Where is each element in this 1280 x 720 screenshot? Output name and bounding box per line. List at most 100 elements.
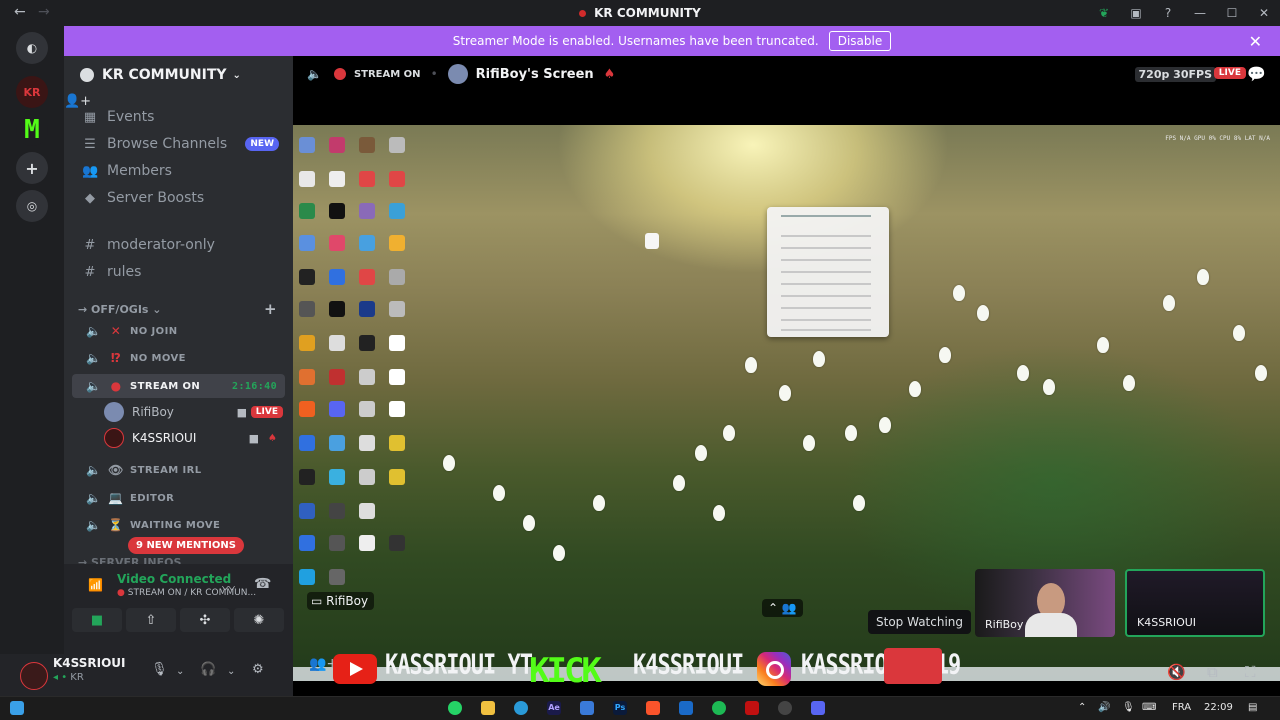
nav-browse-channels[interactable]: ☰ Browse Channels NEW <box>72 131 285 157</box>
create-channel-icon[interactable]: + <box>264 300 277 318</box>
language-indicator[interactable]: FRA <box>1172 702 1191 713</box>
nav-members-label: Members <box>107 163 172 179</box>
voice-channel-no-move[interactable]: 🔈 ⁉ NO MOVE <box>72 346 285 370</box>
obs-icon[interactable] <box>778 701 792 715</box>
volume-icon[interactable]: 🔊 <box>1098 702 1110 713</box>
microphone-icon[interactable]: 🎙 <box>151 662 168 677</box>
nav-members[interactable]: 👥 Members <box>72 158 285 184</box>
channel-rules[interactable]: # rules <box>72 259 285 285</box>
vscode-icon[interactable] <box>679 701 693 715</box>
desktop-icon <box>389 137 405 153</box>
instagram-logo-icon <box>757 652 791 686</box>
store-icon[interactable] <box>580 701 594 715</box>
fullscreen-icon[interactable]: ⛶ <box>1245 663 1256 681</box>
category-server-infos[interactable]: → SERVER INFOS <box>78 556 181 564</box>
maximize-icon[interactable]: ☐ <box>1216 6 1248 20</box>
desktop-icon <box>299 535 315 551</box>
performance-stats: FPS N/A GPU 0% CPU 8% LAT N/A <box>1165 135 1270 142</box>
voice-channel-waiting-move[interactable]: 🔈 ⏳ WAITING MOVE <box>72 513 285 537</box>
participant-tile-rifiboy[interactable]: RifiBoy <box>975 569 1115 637</box>
windows-start-icon[interactable] <box>10 701 24 715</box>
voice-user-name: RifiBoy <box>132 405 174 419</box>
flower <box>745 357 757 373</box>
popout-icon[interactable]: ⧉ <box>1207 663 1218 681</box>
hash-icon: # <box>84 237 96 253</box>
camera-button[interactable]: ■ <box>72 608 122 632</box>
flower <box>853 495 865 511</box>
voice-user-rifiboy[interactable]: RifiBoy ■ LIVE <box>104 400 285 424</box>
clock[interactable]: 22:09 <box>1204 702 1233 713</box>
nav-events[interactable]: ▦ Events <box>72 104 285 130</box>
settings-gear-icon[interactable]: ⚙ <box>252 662 264 677</box>
channel-moderator-label: moderator-only <box>107 237 215 253</box>
headphones-icon[interactable]: 🎧 <box>200 662 216 677</box>
flower <box>695 445 707 461</box>
close-banner-icon[interactable]: ✕ <box>1249 32 1262 51</box>
channel-moderator-only[interactable]: # moderator-only <box>72 232 285 258</box>
voice-channel-stream-irl[interactable]: 🔈 👁 STREAM IRL <box>72 458 285 482</box>
photoshop-icon[interactable]: Ps <box>613 701 627 715</box>
voice-channel-stream-on[interactable]: 🔈 ● STREAM ON 2:16:40 <box>72 374 285 398</box>
mic-tray-icon[interactable]: 🎙 <box>1122 702 1135 713</box>
nitro-leaf-icon[interactable]: ❦ <box>1088 6 1120 20</box>
voice-channel-no-join[interactable]: 🔈 ✕ NO JOIN <box>72 319 285 343</box>
speaker-icon: 🔈 <box>86 491 102 505</box>
voice-user-k4ssrioui[interactable]: K4SSRIOUI ■ ♠ <box>104 426 285 450</box>
disable-button[interactable]: Disable <box>828 31 892 51</box>
disconnect-icon[interactable]: ☎ <box>254 576 271 592</box>
participants-icon: 👥 <box>781 601 797 615</box>
stream-quality: 720p 30FPS <box>1134 67 1216 82</box>
desktop-icon <box>329 503 345 519</box>
help-icon[interactable]: ? <box>1152 6 1184 20</box>
acrobat-icon[interactable] <box>745 701 759 715</box>
soundboard-button[interactable]: ✺ <box>234 608 284 632</box>
desktop-icon <box>389 203 405 219</box>
category-off-ogis[interactable]: → OFF/OGIs ⌄ + <box>78 300 277 318</box>
signal-icon: 📶 <box>88 578 103 592</box>
whatsapp-icon[interactable] <box>448 701 462 715</box>
file-explorer-icon[interactable] <box>481 701 495 715</box>
flower <box>1233 325 1245 341</box>
tray-chevron-icon[interactable]: ⌃ <box>1078 702 1086 713</box>
nav-server-boosts[interactable]: ◆ Server Boosts <box>72 185 285 211</box>
after-effects-icon[interactable]: Ae <box>547 701 561 715</box>
flower <box>523 515 535 531</box>
chat-icon[interactable]: 💬 <box>1247 65 1266 83</box>
noise-suppression-icon[interactable]: 〰 <box>222 578 235 597</box>
desktop-icon <box>299 369 315 385</box>
edge-icon[interactable] <box>514 701 528 715</box>
flower <box>553 545 565 561</box>
voice-channel-editor[interactable]: 🔈 💻 EDITOR <box>72 486 285 510</box>
voice-status: Video Connected <box>117 572 232 586</box>
activities-button[interactable]: ✣ <box>180 608 230 632</box>
chevron-down-icon[interactable]: ⌄ <box>227 666 235 677</box>
spotify-icon[interactable] <box>712 701 726 715</box>
chevron-down-icon[interactable]: ⌄ <box>176 666 184 677</box>
desktop-icon <box>299 401 315 417</box>
kr-badge-icon: ♠ <box>268 432 277 444</box>
inbox-icon[interactable]: ▣ <box>1120 6 1152 20</box>
explore-icon[interactable]: ◎ <box>16 190 48 222</box>
close-window-icon[interactable]: ✕ <box>1248 6 1280 20</box>
stop-watching-button[interactable] <box>884 648 942 684</box>
avatar <box>104 428 124 448</box>
flower <box>723 425 735 441</box>
kr-server-icon[interactable]: KR <box>16 76 48 108</box>
m-server-icon[interactable]: M <box>16 114 48 146</box>
collapse-participants-button[interactable]: ⌃ 👥 <box>762 599 803 617</box>
desktop-icon <box>389 171 405 187</box>
server-header[interactable]: KR COMMUNITY ⌄ <box>64 56 293 94</box>
minimize-icon[interactable]: — <box>1184 6 1216 20</box>
speaker-icon: 🔈 <box>86 463 102 477</box>
notifications-icon[interactable]: ▤ <box>1248 702 1257 713</box>
screen-share-button[interactable]: ⇧ <box>126 608 176 632</box>
brave-icon[interactable] <box>646 701 660 715</box>
discord-taskbar-icon[interactable] <box>811 701 825 715</box>
add-server-icon[interactable]: + <box>16 152 48 184</box>
volume-mute-icon[interactable]: 🔇 <box>1167 663 1186 681</box>
keyboard-icon[interactable]: ⌨ <box>1142 702 1156 713</box>
new-mentions-badge[interactable]: 9 NEW MENTIONS <box>128 537 244 554</box>
participant-tile-k4ssrioui[interactable]: K4SSRIOUI <box>1125 569 1265 637</box>
avatar[interactable] <box>20 662 48 690</box>
discord-home-icon[interactable]: ◐ <box>16 32 48 64</box>
